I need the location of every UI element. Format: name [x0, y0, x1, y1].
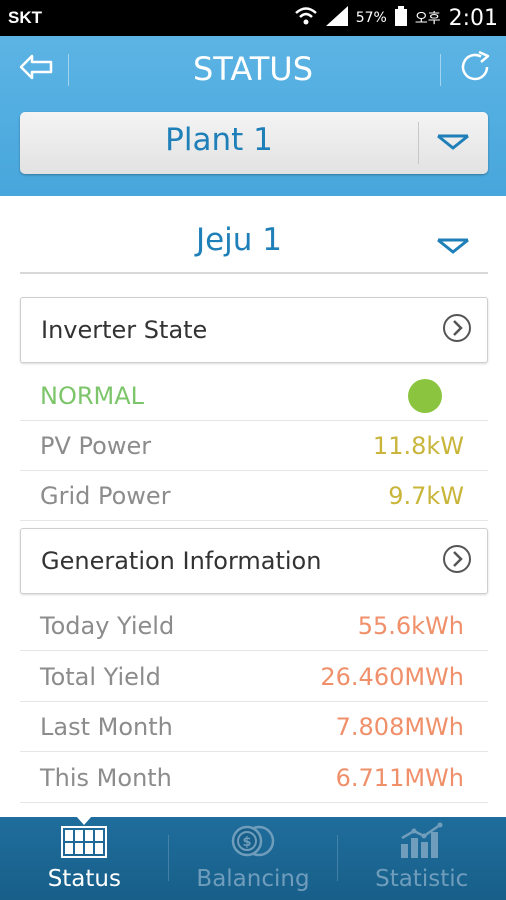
list-item: PV Power 11.8kW — [20, 421, 488, 471]
battery-percent: 57% — [355, 10, 387, 26]
pv-power-label: PV Power — [40, 431, 152, 460]
wifi-icon — [294, 6, 318, 30]
bar-chart-icon — [398, 822, 446, 862]
tab-statistic[interactable]: Statistic — [337, 817, 506, 900]
header-divider — [440, 54, 441, 86]
list-item: Last Month 7.808MWh — [20, 702, 488, 752]
last-month-value: 7.808MWh — [335, 712, 464, 741]
tab-balancing-label: Balancing — [196, 866, 310, 892]
app-header: STATUS Plant 1 — [0, 36, 506, 196]
total-yield-value: 26.460MWh — [320, 662, 464, 691]
inverter-status-label: NORMAL — [40, 381, 145, 410]
am-pm-label: 오후 — [414, 11, 441, 27]
status-icons: 57% 오후 2:01 — [294, 6, 498, 31]
list-item: Today Yield 55.6kWh — [20, 601, 488, 651]
generation-info-header[interactable]: Generation Information — [20, 528, 488, 594]
grid-power-label: Grid Power — [40, 481, 171, 510]
carrier-name: SKT — [8, 8, 42, 27]
list-item: This Month 6.711MWh — [20, 753, 488, 803]
pv-power-value: 11.8kW — [372, 431, 464, 460]
chevron-right-icon[interactable] — [441, 543, 473, 579]
today-yield-label: Today Yield — [40, 611, 175, 640]
tab-status[interactable]: Status — [0, 816, 169, 900]
system-status-bar: SKT 57% 오후 2:01 — [0, 0, 506, 36]
tab-statistic-label: Statistic — [375, 866, 469, 892]
svg-text:$: $ — [242, 835, 251, 850]
chevron-down-icon — [436, 132, 470, 156]
total-yield-label: Total Yield — [40, 662, 161, 691]
page-title: STATUS — [192, 50, 314, 88]
refresh-icon — [457, 50, 495, 88]
site-dropdown[interactable]: Jeju 1 — [20, 210, 488, 274]
grid-power-value: 9.7kW — [388, 481, 464, 510]
battery-icon — [394, 6, 407, 30]
generation-info-title: Generation Information — [41, 547, 322, 575]
signal-icon — [325, 6, 348, 30]
dropdown-divider — [418, 122, 419, 164]
today-yield-value: 55.6kWh — [357, 611, 464, 640]
this-month-value: 6.711MWh — [335, 763, 464, 792]
coins-icon: $ — [228, 824, 278, 862]
plant-dropdown[interactable]: Plant 1 — [20, 112, 488, 174]
tab-status-label: Status — [47, 866, 121, 892]
chevron-down-icon — [436, 236, 470, 260]
inverter-state-header[interactable]: Inverter State — [20, 297, 488, 363]
last-month-label: Last Month — [40, 712, 173, 741]
this-month-label: This Month — [40, 763, 172, 792]
list-item: Grid Power 9.7kW — [20, 471, 488, 521]
tab-balancing[interactable]: $ Balancing — [169, 817, 338, 900]
bottom-navigation: Status $ Balancing Statistic — [0, 816, 506, 900]
refresh-button[interactable] — [446, 46, 506, 92]
clock: 2:01 — [448, 5, 498, 31]
site-dropdown-value: Jeju 1 — [195, 222, 283, 258]
active-tab-pointer — [76, 816, 93, 825]
chevron-right-icon[interactable] — [441, 312, 473, 348]
inverter-status-row: NORMAL — [20, 371, 488, 421]
plant-dropdown-value: Plant 1 — [165, 122, 273, 158]
status-indicator-led — [408, 378, 442, 413]
inverter-state-title: Inverter State — [41, 316, 208, 344]
list-item: Total Yield 26.460MWh — [20, 652, 488, 702]
solar-panel-icon — [61, 826, 108, 862]
